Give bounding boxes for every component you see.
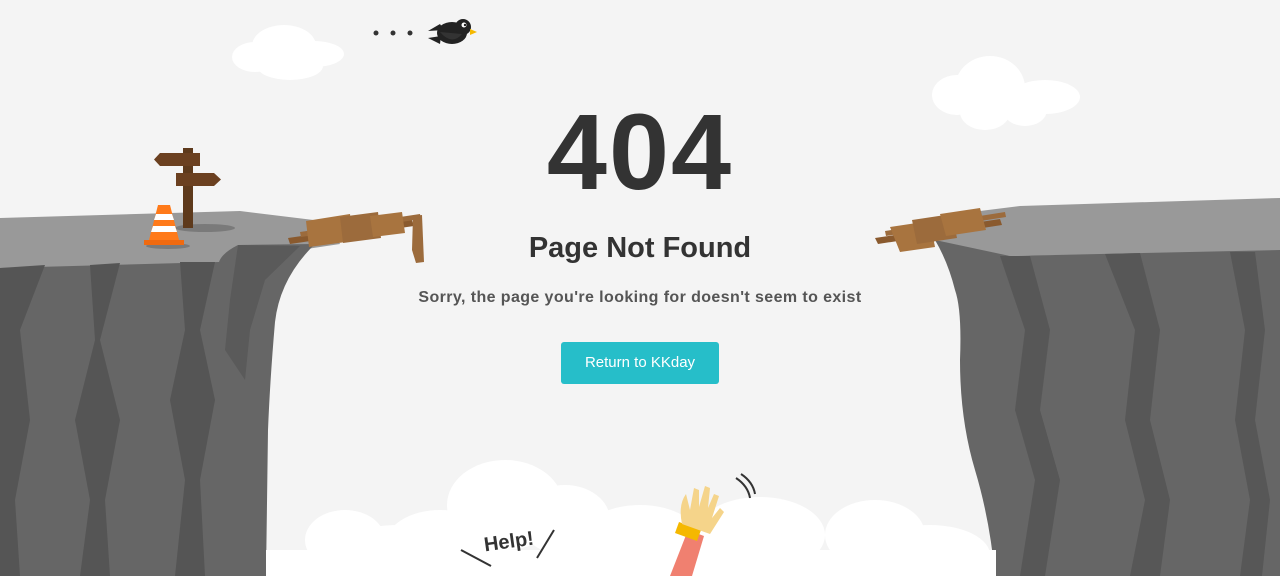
cloud-icon (266, 460, 996, 576)
return-home-button[interactable]: Return to KKday (561, 342, 719, 384)
right-cliff (935, 198, 1280, 576)
error-illustration (0, 19, 1280, 576)
bird-icon (373, 19, 477, 44)
cloud-icon (232, 25, 344, 80)
cloud-icon (932, 56, 1080, 130)
left-cliff (0, 211, 340, 576)
